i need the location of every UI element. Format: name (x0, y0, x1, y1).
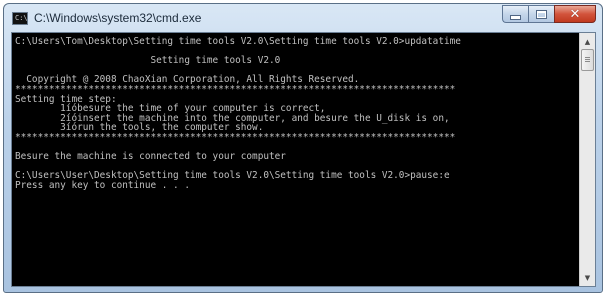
console-line: C:\Users\Tom\Desktop\Setting time tools … (15, 36, 461, 47)
cmd-icon[interactable]: C:\ (12, 12, 28, 25)
console-line: Setting time tools V2.0 (15, 55, 281, 67)
window-title: C:\Windows\system32\cmd.exe (34, 11, 202, 25)
minimize-icon (510, 14, 521, 20)
maximize-icon (536, 9, 547, 19)
cmd-icon-text: C:\ (15, 14, 28, 22)
console-frame: C:\Users\Tom\Desktop\Setting time tools … (11, 32, 596, 287)
grip-line (585, 61, 590, 62)
maximize-button[interactable] (528, 5, 554, 23)
scroll-up-button[interactable]: ▲ (580, 34, 595, 49)
scroll-down-button[interactable]: ▼ (580, 270, 595, 285)
scroll-thumb[interactable] (581, 49, 594, 71)
chevron-up-icon: ▲ (584, 37, 591, 46)
grip-line (585, 59, 590, 60)
close-icon: ✕ (569, 6, 581, 22)
close-button[interactable]: ✕ (554, 5, 596, 23)
window-controls: ✕ (502, 5, 596, 24)
console-output[interactable]: C:\Users\Tom\Desktop\Setting time tools … (12, 33, 580, 286)
console-line: Press any key to continue . . . (15, 179, 190, 191)
grip-line (585, 57, 590, 58)
chevron-down-icon: ▼ (584, 273, 591, 282)
window-bottom-border (11, 287, 596, 291)
console-line: Besure the machine is connected to your … (15, 151, 286, 163)
title-bar[interactable]: C:\ C:\Windows\system32\cmd.exe ✕ (4, 4, 602, 32)
console-line: ****************************************… (15, 131, 456, 143)
vertical-scrollbar[interactable]: ▲ ▼ (579, 33, 595, 286)
minimize-button[interactable] (502, 5, 528, 23)
console-text: C:\Users\Tom\Desktop\Setting time tools … (12, 33, 580, 191)
cmd-window: C:\ C:\Windows\system32\cmd.exe ✕ C:\Use… (3, 3, 603, 293)
